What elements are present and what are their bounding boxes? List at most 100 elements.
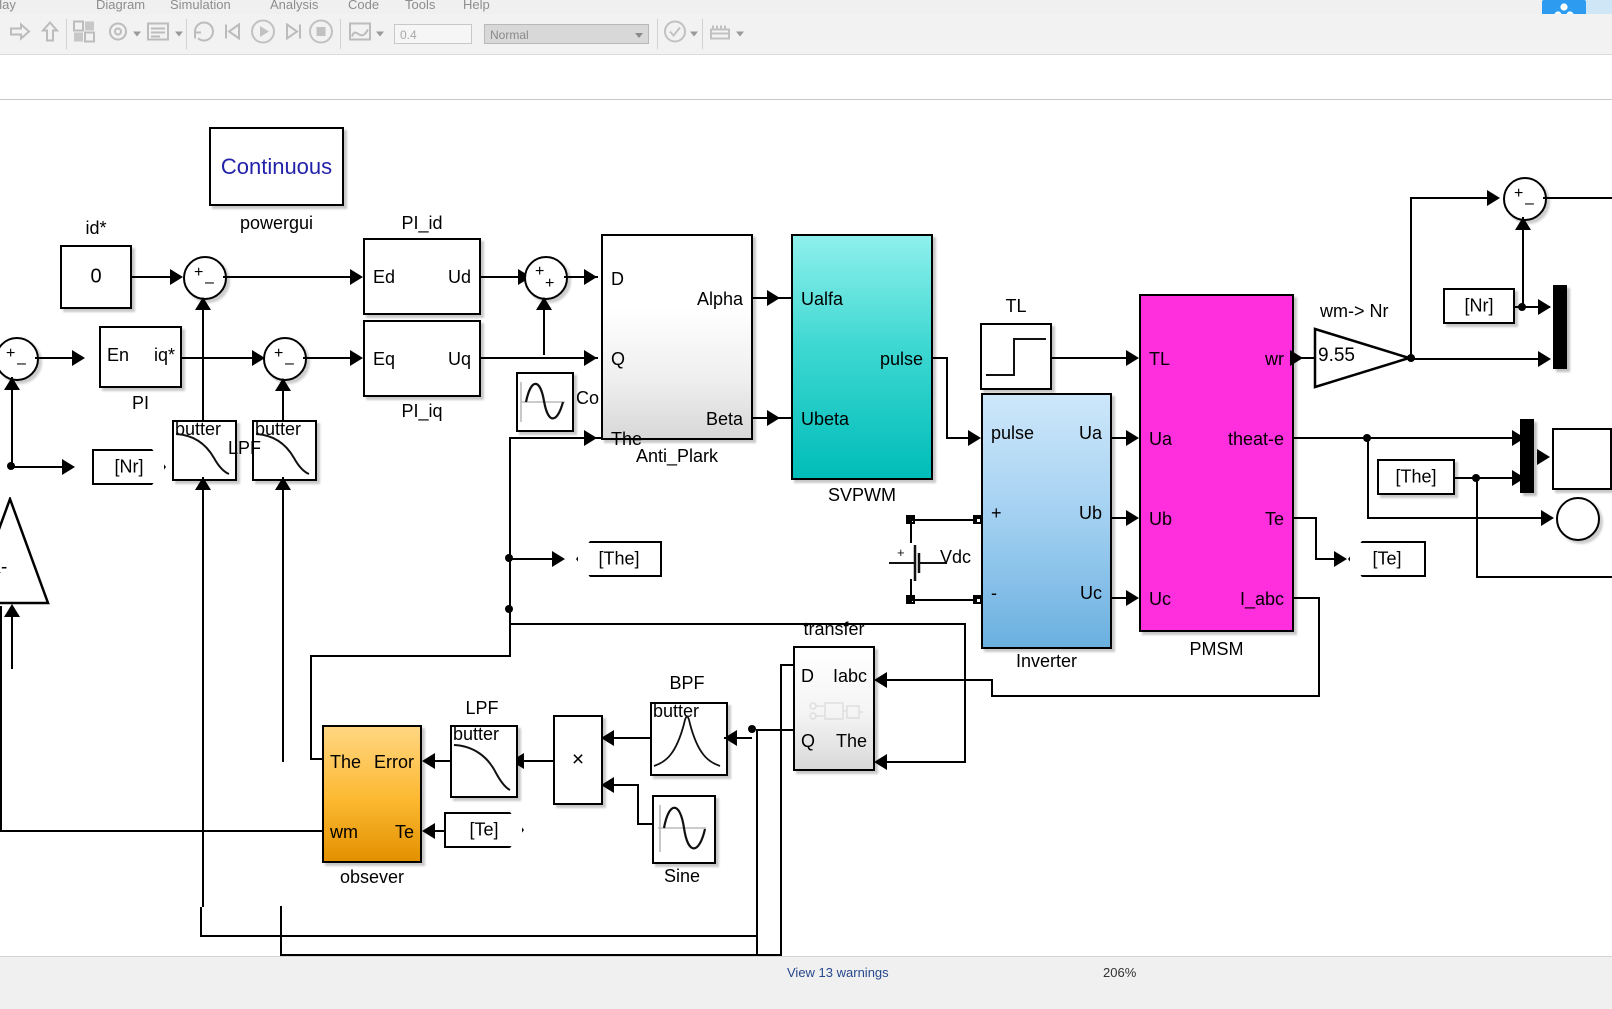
pi-iq-block[interactable]: Eq Uq (363, 320, 481, 397)
stop-time-input[interactable]: 0.4 (394, 24, 472, 44)
sim-mode-select[interactable]: Normal (484, 24, 649, 44)
svpwm-out-pulse-label: pulse (879, 349, 923, 369)
svpwm-block[interactable]: Ualfa Ubeta pulse (791, 234, 933, 480)
id-ref-constant-block[interactable]: 0 (60, 245, 132, 309)
observer-in-wm-label: wm (330, 822, 358, 842)
arrow-product-in-2 (601, 777, 614, 793)
arrow-scope-in (1537, 449, 1550, 465)
build-icon[interactable] (708, 20, 732, 49)
mux-block-speed[interactable] (1553, 285, 1567, 369)
ud-sum-block[interactable]: + + (524, 256, 568, 300)
check-caret-icon[interactable] (690, 31, 698, 37)
lpf-bottom-block[interactable]: butter (450, 724, 518, 798)
inverter-out-uc-label: Uc (1080, 583, 1102, 603)
lpf-left-2-block[interactable]: butter (252, 419, 317, 481)
wire-vdc-minus (910, 599, 977, 601)
wire-the-right-bottom (1476, 576, 1612, 578)
arrow-pi-in (72, 350, 85, 366)
right-error-sum-block[interactable]: + – (1503, 177, 1547, 221)
menu-item-code[interactable]: Code (348, 0, 379, 12)
forward-arrow-icon[interactable] (8, 20, 32, 49)
menu-item-diagram[interactable]: Diagram (96, 0, 145, 12)
scope-block-theta[interactable] (1552, 428, 1612, 490)
goto-block-the-mid[interactable]: [The] (576, 541, 662, 577)
wire-bottom-bus-2 (200, 935, 756, 937)
bpf-block[interactable]: butter (650, 701, 728, 776)
arrow-lpf1-in (195, 477, 211, 490)
wire-the-observer-down (310, 655, 312, 759)
check-icon[interactable] (663, 20, 687, 49)
arrow-antipark-d-in (584, 269, 597, 285)
transfer-block[interactable]: D Q Iabc The (793, 646, 875, 771)
mux-block-theta[interactable] (1520, 419, 1534, 493)
arrow-pmsm-ua-in (1126, 430, 1139, 446)
build-caret-icon[interactable] (736, 31, 744, 37)
library-browser-icon[interactable] (72, 20, 96, 49)
status-bar: View 13 warnings 206% (0, 956, 1612, 1009)
arrow-ubeta-in (767, 410, 780, 426)
wire-transfer-d-down (780, 664, 782, 956)
pi-speed-block[interactable]: En iq* (99, 326, 182, 388)
sine-mid-block[interactable] (516, 372, 574, 432)
wire-the-right-down (1476, 477, 1478, 577)
menu-item-analysis[interactable]: Analysis (270, 0, 318, 12)
speed-error-sum-block[interactable]: + – (0, 337, 39, 381)
up-arrow-icon[interactable] (38, 20, 62, 49)
pmsm-out-iabc-label: I_abc (1239, 589, 1284, 609)
menu-item-display[interactable]: play (0, 0, 16, 12)
menu-item-help[interactable]: Help (463, 0, 490, 12)
pi-id-out-port-label: Ud (447, 267, 471, 287)
scope-viewer-caret-icon[interactable] (376, 31, 384, 37)
anti-park-out-beta-label: Beta (705, 409, 743, 429)
model-explorer-caret-icon[interactable] (175, 31, 183, 37)
model-canvas[interactable]: Continuous powergui id* 0 + – + – En iq* (0, 101, 1612, 956)
id-sum-plus: + (194, 264, 204, 281)
product-block[interactable]: × (553, 715, 603, 805)
wire-to-observer-the-in (310, 758, 322, 760)
model-settings-caret-icon[interactable] (133, 31, 141, 37)
wire-sine-out (637, 823, 653, 825)
update-model-icon[interactable] (192, 20, 216, 49)
anti-park-block[interactable]: D Q The Alpha Beta (601, 234, 753, 449)
sine-bottom-label: Sine (663, 866, 701, 886)
goto-block-te-right[interactable]: [Te] (1348, 541, 1426, 577)
sine-bottom-block[interactable] (652, 795, 716, 864)
arrow-mux1-in-2 (1538, 351, 1551, 367)
arrow-the-goto-mid (552, 551, 565, 567)
menu-item-tools[interactable]: Tools (405, 0, 435, 12)
run-icon[interactable] (250, 19, 276, 50)
goto-block-the-right[interactable]: [The] (1377, 459, 1455, 495)
inverter-block[interactable]: pulse + - Ua Ub Uc (981, 393, 1112, 649)
wm-to-nr-gain-block[interactable]: 9.55 (1313, 327, 1411, 389)
wire-transfer-q-in (756, 729, 794, 731)
arrow-ualfa-in (767, 290, 780, 306)
goto-block-nr-right[interactable]: [Nr] (1443, 288, 1515, 324)
from-nr-left-label: [Nr] (114, 456, 144, 477)
model-settings-icon[interactable] (106, 20, 130, 49)
pi-id-block[interactable]: Ed Ud (363, 238, 481, 315)
warnings-status[interactable]: View 13 warnings (787, 965, 889, 980)
sine-wave-icon (658, 805, 707, 852)
from-block-nr-left[interactable]: [Nr] (92, 449, 166, 485)
observer-block[interactable]: The wm Error Te (322, 725, 422, 863)
from-block-te-bottom[interactable]: [Te] (444, 812, 524, 848)
step-back-icon[interactable] (222, 20, 246, 49)
iq-error-sum-block[interactable]: + – (263, 337, 307, 381)
wire-bottom-left-up-1 (280, 906, 282, 956)
wire-iabc-out (1294, 597, 1320, 599)
tl-step-block[interactable] (980, 323, 1052, 390)
transfer-out-the-label: The (835, 731, 867, 751)
menu-item-simulation[interactable]: Simulation (170, 0, 231, 12)
wire-rightsum-out (1543, 197, 1612, 199)
gain-k-block[interactable]: -K- (0, 497, 50, 607)
powergui-block[interactable]: Continuous (209, 127, 344, 206)
model-explorer-icon[interactable] (146, 20, 170, 49)
arrow-iqsum-bottom (275, 378, 291, 391)
id-error-sum-block[interactable]: + – (183, 256, 227, 300)
step-forward-icon[interactable] (280, 20, 304, 49)
scope-viewer-icon[interactable] (348, 20, 372, 49)
pmsm-block[interactable]: TL Ua Ub Uc wr theat-e Te I_abc (1139, 294, 1294, 632)
theta-error-sum-block[interactable] (1556, 497, 1600, 541)
wire-iabc-left (876, 679, 992, 681)
stop-icon[interactable] (308, 19, 334, 50)
